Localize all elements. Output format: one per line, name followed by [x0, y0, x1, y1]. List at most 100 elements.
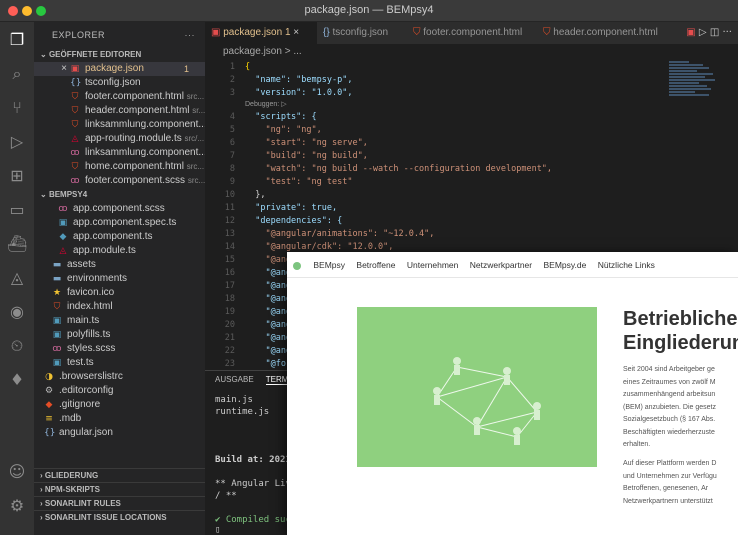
file-item[interactable]: ★ favicon.ico [34, 286, 205, 300]
html-icon: ⛉ [71, 106, 79, 116]
tab-package-json[interactable]: ▣ package.json 1 × [205, 22, 317, 44]
line-number: 16 [224, 268, 235, 278]
line-number: 10 [224, 190, 235, 200]
outline-section[interactable]: › GLIEDERUNG [34, 468, 205, 482]
terminal-line: / ** [215, 491, 237, 501]
npm-icon: ▣ [211, 27, 221, 38]
terminal-line: main.js [215, 395, 253, 405]
browser-window: BEMpsy Betroffene Unternehmen Netzwerkpa… [287, 252, 738, 535]
open-editor-item[interactable]: ⛉ home.component.html src... [34, 160, 205, 174]
file-item[interactable]: ⚙ .editorconfig [34, 384, 205, 398]
run-icon[interactable]: ▷ [699, 27, 707, 38]
file-item[interactable]: ▣ main.ts [34, 314, 205, 328]
more-icon[interactable]: ··· [722, 27, 732, 38]
debug-codelens[interactable]: Debuggen: ▷ [245, 100, 287, 108]
more-actions-icon[interactable]: ··· [185, 22, 196, 48]
braces-icon: {} [70, 78, 82, 88]
npm-scripts-section[interactable]: › NPM-SKRIPTS [34, 482, 205, 496]
config-icon: ◑ [45, 372, 53, 382]
minimap[interactable] [665, 60, 725, 120]
terminal-line: ** Angular Live [215, 479, 297, 489]
folder-item[interactable]: ▬ assets [34, 258, 205, 272]
open-editor-item[interactable]: {} tsconfig.json [34, 76, 205, 90]
remote-explorer-icon[interactable]: ▭ [7, 200, 27, 220]
database-icon: ≡ [45, 414, 53, 424]
angular-file-icon: ◬ [59, 246, 67, 256]
open-editor-item[interactable]: ⛉ footer.component.html src... [34, 90, 205, 104]
account-icon[interactable]: ☺ [7, 462, 27, 482]
code-line: "dependencies": { [245, 216, 343, 226]
code-line: "version": "1.0.0", [245, 88, 353, 98]
code-line: "@ang [245, 294, 292, 304]
timeline-icon[interactable]: ⏲ [7, 336, 27, 356]
breadcrumb[interactable]: package.json > ... [205, 44, 738, 60]
file-item[interactable]: ▣ app.component.spec.ts [34, 216, 205, 230]
tab-output[interactable]: AUSGABE [215, 375, 254, 384]
page-heading: Betriebliche Eingliederun [623, 308, 738, 354]
files-icon[interactable]: ❐ [7, 30, 27, 50]
line-number: 23 [224, 359, 235, 369]
intro-paragraph: Seit 2004 sind Arbeitgeber ge eines Zeit… [623, 366, 716, 448]
explorer-header: EXPLORER ··· [34, 22, 205, 48]
sonarlint-rules-section[interactable]: › SONARLINT RULES [34, 496, 205, 510]
folder-icon: ▬ [52, 274, 62, 284]
file-item[interactable]: ◆ .gitignore [34, 398, 205, 412]
run-debug-icon[interactable]: ▷ [7, 132, 27, 152]
open-editors-section[interactable]: ⌄ GEÖFFNETE EDITOREN [34, 48, 205, 62]
code-line: "@angular/animations": "~12.0.4", [245, 229, 435, 239]
file-item[interactable]: ≡ .mdb [34, 412, 205, 426]
open-editor-item[interactable]: ꝏ footer.component.scss src... [34, 174, 205, 188]
sonarlint-icon[interactable]: ♦ [7, 370, 27, 390]
tab-header-html[interactable]: ⛉ header.component.html [537, 22, 667, 44]
sonarlint-issues-section[interactable]: › SONARLINT ISSUE LOCATIONS [34, 510, 205, 524]
source-control-icon[interactable]: ⑂ [7, 98, 27, 118]
file-item[interactable]: ◆ app.component.ts [34, 230, 205, 244]
docker-icon[interactable]: ⛴ [7, 234, 27, 254]
close-icon[interactable]: × [293, 27, 299, 38]
code-line: "name": "bempsy-p", [245, 75, 353, 85]
file-item[interactable]: {} angular.json [34, 426, 205, 440]
tab-footer-html[interactable]: ⛉ footer.component.html [407, 22, 537, 44]
open-editor-item[interactable]: ꝏ linksammlung.component.... [34, 146, 205, 160]
open-editor-item[interactable]: × ▣ package.json 1 [34, 62, 205, 76]
open-editor-item[interactable]: ⛉ linksammlung.component.... [34, 118, 205, 132]
tab-terminal[interactable]: TERM [265, 375, 289, 385]
problem-badge: 1 [183, 64, 189, 74]
file-item[interactable]: ꝏ app.component.scss [34, 202, 205, 216]
code-line: { [245, 62, 251, 72]
project-section[interactable]: ⌄ BEMPSY4 [34, 188, 205, 202]
split-editor-icon[interactable]: ◫ [710, 27, 719, 38]
code-line: "@angular/cdk": "12.0.0", [245, 242, 394, 252]
nav-nuetzliche-links[interactable]: Nützliche Links [598, 260, 655, 270]
file-item[interactable]: ◬ app.module.ts [34, 244, 205, 258]
folder-item[interactable]: ▬ environments [34, 272, 205, 286]
github-icon[interactable]: ◉ [7, 302, 27, 322]
open-editor-item[interactable]: ⛉ header.component.html sr... [34, 104, 205, 118]
site-logo[interactable] [293, 261, 301, 270]
file-item[interactable]: ▣ polyfills.ts [34, 328, 205, 342]
angular-icon[interactable]: ◬ [7, 268, 27, 288]
file-item[interactable]: ⛉ index.html [34, 300, 205, 314]
nav-unternehmen[interactable]: Unternehmen [407, 260, 459, 270]
code-line: "@ang [245, 333, 292, 343]
html-icon: ⛉ [71, 162, 79, 172]
nav-netzwerkpartner[interactable]: Netzwerkpartner [470, 260, 532, 270]
settings-gear-icon[interactable]: ⚙ [7, 496, 27, 516]
tab-tsconfig[interactable]: {} tsconfig.json [317, 22, 407, 44]
close-icon[interactable]: × [58, 62, 70, 76]
line-number: 14 [224, 242, 235, 252]
file-item[interactable]: ◑ .browserslistrc [34, 370, 205, 384]
line-number: 17 [224, 281, 235, 291]
code-line: "@ang [245, 320, 292, 330]
extensions-icon[interactable]: ⊞ [7, 166, 27, 186]
hero-image [357, 307, 597, 467]
nav-bempsy[interactable]: BEMpsy [313, 260, 345, 270]
open-editor-item[interactable]: ◬ app-routing.module.ts src/... [34, 132, 205, 146]
file-item[interactable]: ▣ test.ts [34, 356, 205, 370]
nav-betroffene[interactable]: Betroffene [356, 260, 395, 270]
file-item[interactable]: ꝏ styles.scss [34, 342, 205, 356]
braces-icon: {} [44, 428, 56, 438]
search-icon[interactable]: ⌕ [7, 64, 27, 84]
line-number: 19 [224, 307, 235, 317]
nav-bempsy-de[interactable]: BEMpsy.de [543, 260, 586, 270]
